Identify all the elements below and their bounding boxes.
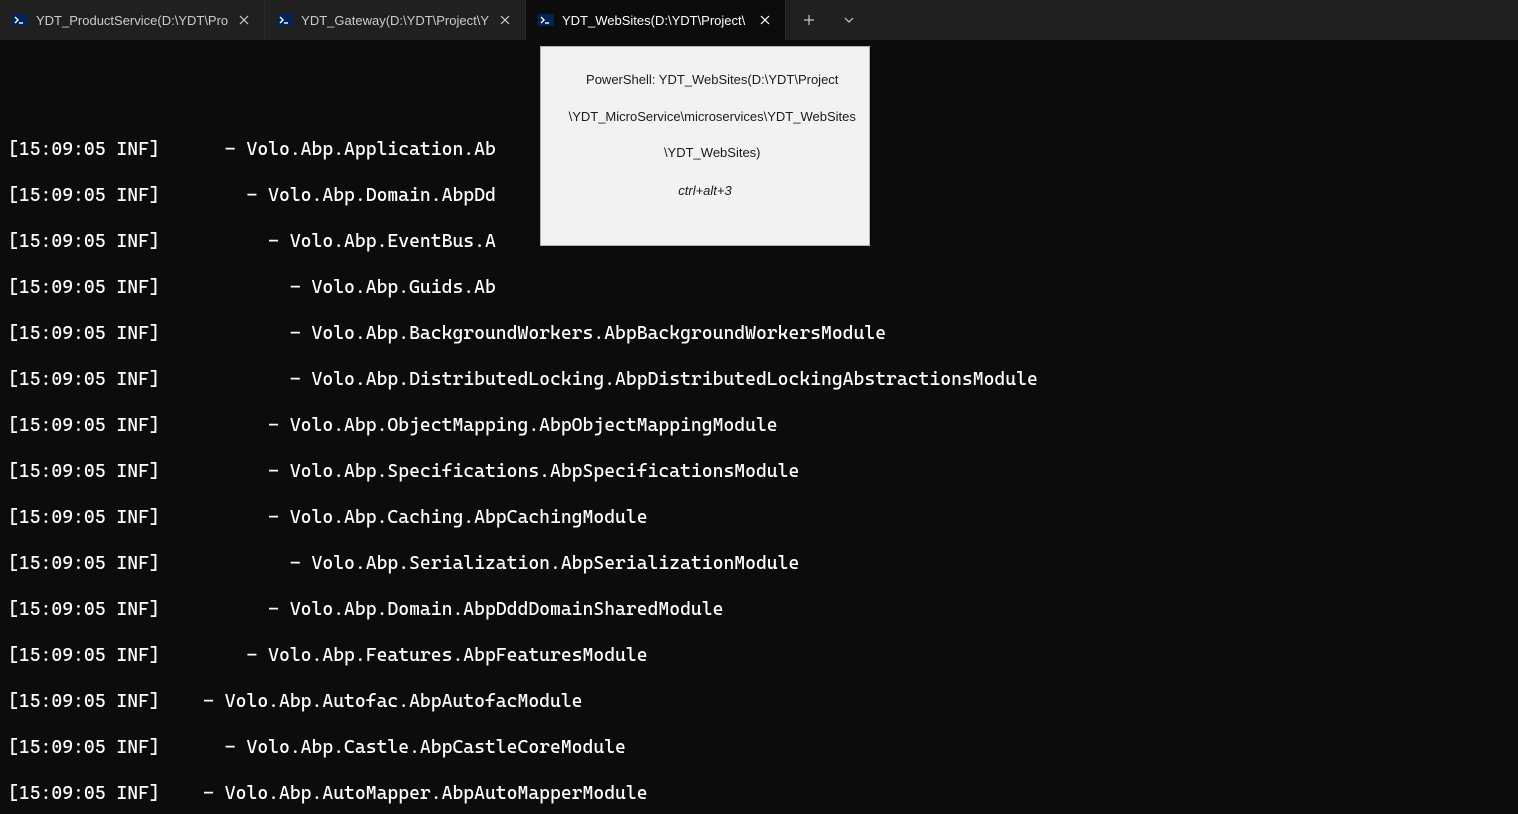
- tab-label: YDT_Gateway(D:\YDT\Project\Y: [301, 13, 489, 28]
- tab-product-service[interactable]: YDT_ProductService(D:\YDT\Pro: [0, 0, 265, 40]
- terminal-pane[interactable]: PowerShell: YDT_WebSites(D:\YDT\Project …: [0, 40, 1518, 814]
- new-tab-button[interactable]: [786, 0, 832, 40]
- log-line: [15:09:05 INF] - Volo.Abp.DistributedLoc…: [8, 368, 1510, 391]
- powershell-icon: [538, 12, 554, 28]
- tab-dropdown-button[interactable]: [832, 0, 866, 40]
- tab-strip: YDT_ProductService(D:\YDT\Pro YDT_Gatewa…: [0, 0, 786, 40]
- tooltip-line: \YDT_MicroService\microservices\YDT_WebS…: [569, 109, 856, 124]
- powershell-icon: [277, 12, 293, 28]
- tooltip-line: \YDT_WebSites): [664, 145, 761, 160]
- tooltip-shortcut: ctrl+alt+3: [553, 182, 857, 200]
- log-line: [15:09:05 INF] - Volo.Abp.Guids.Ab: [8, 276, 1510, 299]
- log-line: [15:09:05 INF] - Volo.Abp.Caching.AbpCac…: [8, 506, 1510, 529]
- log-line: [15:09:05 INF] - Volo.Abp.Domain.AbpDddD…: [8, 598, 1510, 621]
- tab-tooltip: PowerShell: YDT_WebSites(D:\YDT\Project …: [540, 46, 870, 246]
- tab-label: YDT_WebSites(D:\YDT\Project\: [562, 13, 749, 28]
- log-line: [15:09:05 INF] - Volo.Abp.BackgroundWork…: [8, 322, 1510, 345]
- log-line: [15:09:05 INF] - Volo.Abp.Serialization.…: [8, 552, 1510, 575]
- tab-gateway[interactable]: YDT_Gateway(D:\YDT\Project\Y: [265, 0, 526, 40]
- tooltip-line: PowerShell: YDT_WebSites(D:\YDT\Project: [586, 72, 838, 87]
- tab-label: YDT_ProductService(D:\YDT\Pro: [36, 13, 228, 28]
- close-icon[interactable]: [236, 12, 252, 28]
- log-line: [15:09:05 INF] - Volo.Abp.Autofac.AbpAut…: [8, 690, 1510, 713]
- powershell-icon: [12, 12, 28, 28]
- close-icon[interactable]: [497, 12, 513, 28]
- log-line: [15:09:05 INF] - Volo.Abp.Specifications…: [8, 460, 1510, 483]
- log-line: [15:09:05 INF] - Volo.Abp.ObjectMapping.…: [8, 414, 1510, 437]
- tab-controls: [786, 0, 866, 40]
- tab-websites[interactable]: YDT_WebSites(D:\YDT\Project\: [526, 0, 786, 40]
- log-line: [15:09:05 INF] - Volo.Abp.AutoMapper.Abp…: [8, 782, 1510, 805]
- close-icon[interactable]: [757, 12, 773, 28]
- log-line: [15:09:05 INF] - Volo.Abp.Features.AbpFe…: [8, 644, 1510, 667]
- title-bar: YDT_ProductService(D:\YDT\Pro YDT_Gatewa…: [0, 0, 1518, 40]
- log-line: [15:09:05 INF] - Volo.Abp.Castle.AbpCast…: [8, 736, 1510, 759]
